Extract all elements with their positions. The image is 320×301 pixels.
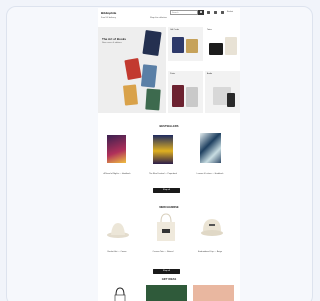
book-cover-image	[124, 57, 142, 81]
promo-tile-audio[interactable]: Audio	[205, 71, 240, 113]
promo-tile-totes[interactable]: Totes	[205, 27, 240, 61]
book-cover-image	[145, 88, 161, 111]
product-image	[225, 37, 237, 55]
user-icon[interactable]	[207, 11, 210, 14]
delivery-message: Free UK delivery	[101, 17, 116, 19]
section-title: BESTSELLERS	[159, 125, 179, 128]
tile-label: Totes	[207, 29, 212, 31]
product-title[interactable]: Bucket Hat — Cream	[99, 251, 135, 253]
tile-label: Prints	[170, 73, 176, 75]
section-title: GIFT IDEAS	[161, 278, 177, 281]
hero-title: The Art of Books	[102, 37, 127, 41]
product-title[interactable]: Embroidered Cap — Beige	[192, 251, 228, 253]
book-cover-image	[122, 84, 139, 106]
bag-image[interactable]	[112, 285, 128, 301]
product-title[interactable]: Leaves & Letters — Hardback	[192, 173, 228, 175]
product-title[interactable]: A Novel of Nights — Hardback	[99, 173, 135, 175]
tote-bag-image[interactable]	[155, 212, 177, 242]
tile-label: Gift Cards	[170, 29, 180, 31]
product-image	[172, 85, 184, 107]
hero-section: The Art of Books New covers & editions G…	[98, 27, 240, 115]
basket-icon[interactable]	[221, 11, 224, 14]
bucket-hat-image[interactable]	[106, 219, 130, 239]
webpage: Bibliophile Search Basket Free UK delive…	[98, 8, 240, 301]
site-header: Bibliophile	[98, 8, 240, 17]
sub-navigation: Free UK delivery Shop the collection	[98, 17, 240, 22]
product-image	[186, 87, 198, 107]
site-logo[interactable]: Bibliophile	[101, 11, 116, 15]
product-image	[209, 43, 223, 55]
book-cover-image[interactable]	[107, 135, 126, 163]
product-title[interactable]: The Blue Festival — Paperback	[145, 173, 181, 175]
hero-banner[interactable]: The Art of Books New covers & editions	[98, 27, 166, 113]
search-icon	[200, 11, 202, 14]
section-title: MERCHANDISE	[159, 206, 179, 209]
book-cover-image[interactable]	[153, 135, 173, 164]
basket-link[interactable]: Basket	[227, 11, 233, 13]
product-image	[186, 39, 198, 53]
gift-image[interactable]	[146, 285, 187, 301]
search-button[interactable]	[198, 10, 204, 15]
cap-image[interactable]	[200, 217, 224, 239]
tile-label: Audio	[207, 73, 213, 75]
shop-all-button[interactable]: Shop all	[153, 269, 180, 274]
book-cover-image	[142, 30, 162, 56]
gift-image[interactable]	[193, 285, 234, 301]
book-cover-image[interactable]	[200, 133, 221, 163]
product-image	[227, 93, 235, 107]
shop-collection-link[interactable]: Shop the collection	[150, 17, 167, 19]
book-cover-image	[140, 64, 158, 88]
shop-all-button[interactable]: Shop all	[153, 188, 180, 193]
hero-subtitle: New covers & editions	[102, 42, 122, 44]
product-image	[172, 37, 184, 53]
promo-tile-prints[interactable]: Prints	[168, 71, 203, 113]
search-input[interactable]: Search	[170, 10, 198, 15]
heart-icon[interactable]	[214, 11, 217, 14]
promo-tile-gift-cards[interactable]: Gift Cards	[168, 27, 203, 61]
product-title[interactable]: Canvas Tote — Natural	[145, 251, 181, 253]
